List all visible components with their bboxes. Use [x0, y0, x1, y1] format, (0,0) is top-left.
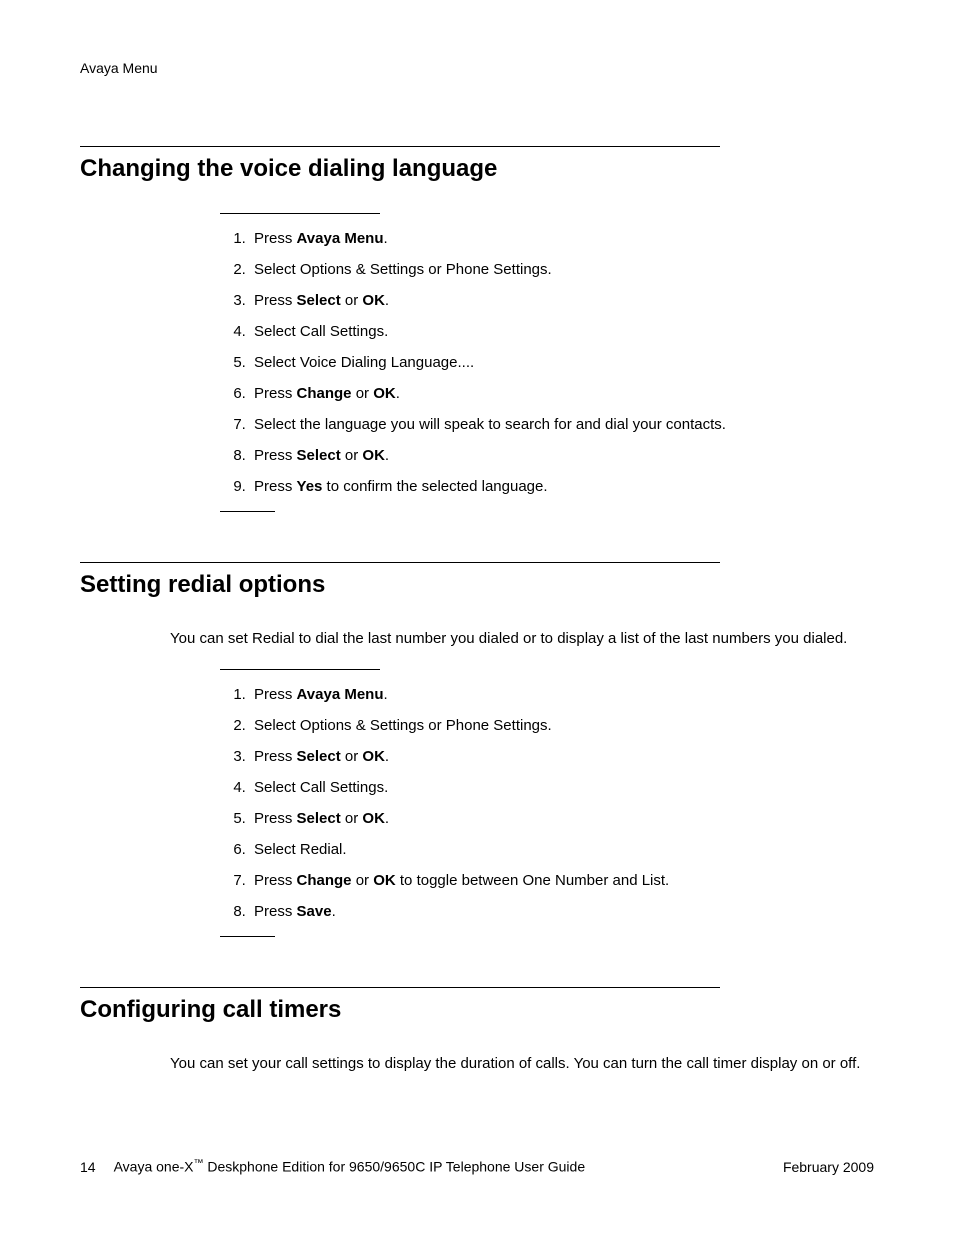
step-item: Select the language you will speak to se…	[250, 414, 874, 435]
step-text: .	[332, 903, 336, 920]
section-rule	[80, 987, 720, 988]
step-text: to confirm the selected language.	[322, 478, 547, 495]
section-intro: You can set Redial to dial the last numb…	[170, 629, 874, 649]
step-text: Press	[254, 686, 297, 703]
step-item: Select Options & Settings or Phone Setti…	[250, 259, 874, 280]
footer-date: February 2009	[783, 1159, 874, 1175]
step-text: to toggle between One Number and List.	[396, 872, 670, 889]
step-text: Press	[254, 385, 297, 402]
step-text: .	[385, 447, 389, 464]
step-text: .	[384, 686, 388, 703]
step-text: Press	[254, 230, 297, 247]
step-text: or	[352, 385, 374, 402]
section: Setting redial options You can set Redial…	[80, 562, 874, 937]
steps-list: Press Avaya Menu. Select Options & Settin…	[250, 228, 874, 497]
step-text: .	[385, 292, 389, 309]
step-bold: Avaya Menu	[297, 686, 384, 703]
step-text: Press	[254, 447, 297, 464]
step-text: .	[385, 810, 389, 827]
step-item: Press Change or OK.	[250, 383, 874, 404]
step-text: or	[341, 292, 363, 309]
step-text: Select Options & Settings or Phone Setti…	[254, 261, 552, 278]
step-text: Select the language you will speak to se…	[254, 416, 726, 433]
step-text: Press	[254, 903, 297, 920]
step-text: Select Options & Settings or Phone Setti…	[254, 717, 552, 734]
step-item: Select Redial.	[250, 839, 874, 860]
step-text: Press	[254, 872, 297, 889]
step-item: Press Yes to confirm the selected langua…	[250, 476, 874, 497]
step-bold: OK	[362, 292, 385, 309]
section-intro: You can set your call settings to displa…	[170, 1054, 874, 1074]
steps-rule-bottom	[220, 511, 275, 512]
step-item: Press Avaya Menu.	[250, 684, 874, 705]
step-bold: Select	[297, 748, 341, 765]
step-text: Press	[254, 292, 297, 309]
step-item: Press Avaya Menu.	[250, 228, 874, 249]
step-item: Select Call Settings.	[250, 777, 874, 798]
step-bold: Change	[297, 872, 352, 889]
step-text: Select Call Settings.	[254, 779, 388, 796]
step-bold: OK	[362, 447, 385, 464]
page-footer: 14 Avaya one-X™ Deskphone Edition for 96…	[80, 1158, 874, 1175]
step-text: Select Redial.	[254, 841, 347, 858]
step-bold: Yes	[297, 478, 323, 495]
step-text: .	[384, 230, 388, 247]
step-item: Select Voice Dialing Language....	[250, 352, 874, 373]
step-bold: Select	[297, 810, 341, 827]
step-text: or	[352, 872, 374, 889]
step-bold: OK	[373, 872, 396, 889]
step-bold: Select	[297, 292, 341, 309]
step-bold: Change	[297, 385, 352, 402]
page-number: 14	[80, 1159, 96, 1175]
step-text: Press	[254, 748, 297, 765]
running-header: Avaya Menu	[80, 60, 874, 76]
step-text: Press	[254, 810, 297, 827]
footer-title: Avaya one-X™ Deskphone Edition for 9650/…	[114, 1158, 586, 1175]
step-text: .	[385, 748, 389, 765]
section-rule	[80, 146, 720, 147]
step-item: Press Select or OK.	[250, 290, 874, 311]
step-bold: Avaya Menu	[297, 230, 384, 247]
section: Changing the voice dialing language Press…	[80, 146, 874, 512]
steps-rule-bottom	[220, 936, 275, 937]
section-heading: Setting redial options	[80, 571, 874, 599]
step-bold: Select	[297, 447, 341, 464]
section: Configuring call timers You can set your …	[80, 987, 874, 1074]
step-bold: OK	[362, 810, 385, 827]
step-text: or	[341, 748, 363, 765]
step-item: Select Call Settings.	[250, 321, 874, 342]
steps-list: Press Avaya Menu. Select Options & Settin…	[250, 684, 874, 922]
step-text: or	[341, 810, 363, 827]
step-item: Press Select or OK.	[250, 445, 874, 466]
step-item: Press Select or OK.	[250, 808, 874, 829]
step-item: Select Options & Settings or Phone Setti…	[250, 715, 874, 736]
step-item: Press Save.	[250, 901, 874, 922]
step-text: Press	[254, 478, 297, 495]
section-heading: Configuring call timers	[80, 996, 874, 1024]
step-bold: OK	[373, 385, 396, 402]
section-heading: Changing the voice dialing language	[80, 155, 874, 183]
section-rule	[80, 562, 720, 563]
step-bold: Save	[297, 903, 332, 920]
step-text: Select Voice Dialing Language....	[254, 354, 474, 371]
step-text: .	[396, 385, 400, 402]
step-bold: OK	[362, 748, 385, 765]
step-item: Press Select or OK.	[250, 746, 874, 767]
step-item: Press Change or OK to toggle between One…	[250, 870, 874, 891]
step-text: Select Call Settings.	[254, 323, 388, 340]
steps-rule-top	[220, 213, 380, 214]
step-text: or	[341, 447, 363, 464]
steps-rule-top	[220, 669, 380, 670]
